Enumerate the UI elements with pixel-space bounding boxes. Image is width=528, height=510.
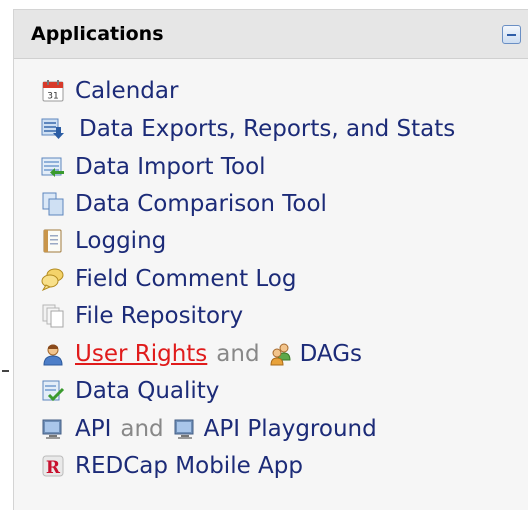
collapse-icon[interactable] bbox=[502, 25, 521, 44]
user-group-icon bbox=[269, 342, 293, 366]
user-rights-link[interactable]: User Rights bbox=[75, 341, 207, 367]
panel-header: Applications bbox=[14, 10, 528, 59]
app-label-calendar: Calendar bbox=[75, 78, 179, 104]
app-item-data-import[interactable]: Data Import Tool bbox=[41, 152, 266, 182]
app-item-data-comparison[interactable]: Data Comparison Tool bbox=[41, 189, 327, 219]
and-separator: and bbox=[216, 341, 260, 367]
panel-title: Applications bbox=[31, 23, 164, 45]
and-separator: and bbox=[120, 416, 164, 442]
app-label-data-import: Data Import Tool bbox=[75, 154, 266, 180]
data-import-icon bbox=[41, 155, 65, 179]
app-label-file-repository: File Repository bbox=[75, 303, 244, 329]
notebook-icon bbox=[41, 229, 65, 253]
app-label-data-quality: Data Quality bbox=[75, 378, 220, 404]
app-label-field-comment-log: Field Comment Log bbox=[75, 266, 297, 292]
api-playground-link[interactable]: API Playground bbox=[204, 416, 377, 442]
app-label-mobile-app: REDCap Mobile App bbox=[75, 453, 303, 479]
app-item-mobile-app[interactable]: R REDCap Mobile App bbox=[41, 451, 303, 481]
app-label-data-exports: Data Exports, Reports, and Stats bbox=[79, 116, 456, 142]
computer-icon bbox=[41, 417, 65, 441]
app-item-api: API and API Playground bbox=[41, 414, 377, 444]
api-link[interactable]: API bbox=[75, 416, 111, 442]
app-item-calendar[interactable]: 31 Calendar bbox=[41, 76, 178, 106]
applications-panel: Applications 31 Calendar Data Exports, R… bbox=[13, 9, 528, 510]
documents-icon bbox=[41, 192, 65, 216]
app-item-logging[interactable]: Logging bbox=[41, 226, 166, 256]
app-item-data-exports[interactable]: Data Exports, Reports, and Stats bbox=[41, 114, 455, 144]
comment-bubbles-icon bbox=[41, 267, 65, 291]
app-label-logging: Logging bbox=[75, 228, 167, 254]
user-icon bbox=[41, 342, 65, 366]
svg-text:R: R bbox=[46, 458, 61, 478]
calendar-icon: 31 bbox=[41, 79, 65, 103]
stray-mark bbox=[2, 370, 9, 372]
computer-icon bbox=[173, 417, 197, 441]
app-item-user-rights: User Rights and DAGs bbox=[41, 339, 362, 369]
redcap-logo-icon: R bbox=[41, 454, 65, 478]
file-stack-icon bbox=[41, 304, 65, 328]
svg-text:31: 31 bbox=[47, 92, 58, 102]
app-label-data-comparison: Data Comparison Tool bbox=[75, 191, 327, 217]
data-export-icon bbox=[41, 117, 65, 141]
checklist-icon bbox=[41, 379, 65, 403]
dags-link[interactable]: DAGs bbox=[300, 341, 362, 367]
app-item-file-repository[interactable]: File Repository bbox=[41, 301, 243, 331]
app-item-field-comment-log[interactable]: Field Comment Log bbox=[41, 264, 296, 294]
app-item-data-quality[interactable]: Data Quality bbox=[41, 376, 219, 406]
